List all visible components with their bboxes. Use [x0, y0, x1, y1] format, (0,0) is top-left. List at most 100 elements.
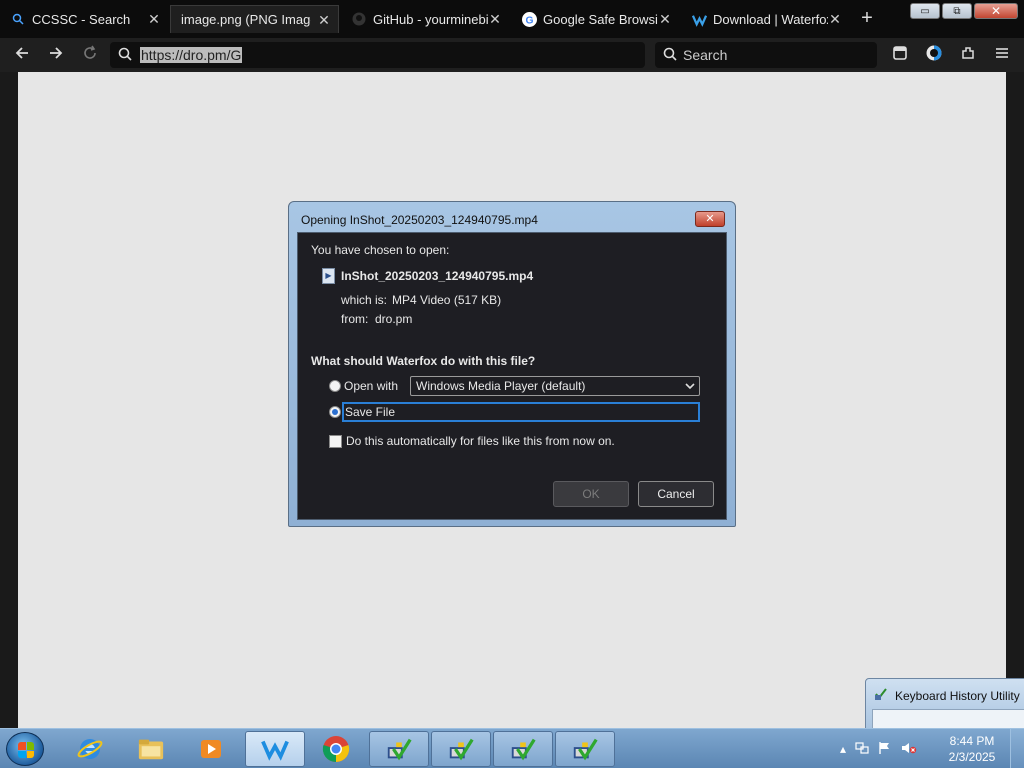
keyboard-history-taskbar-button-4[interactable] — [555, 731, 615, 767]
tab-title: Google Safe Browsin — [543, 11, 658, 27]
keyboard-history-title: Keyboard History Utility — [895, 689, 1020, 703]
tab-close-icon[interactable]: ✕ — [657, 11, 673, 27]
dialog-body: You have chosen to open: ▶ InShot_202502… — [297, 232, 727, 520]
folder-icon — [137, 735, 165, 763]
keyboard-history-icon — [571, 735, 599, 763]
file-open-dialog: Opening InShot_20250203_124940795.mp4 ✕ … — [288, 201, 736, 527]
tab-title: GitHub - yourminebi — [373, 11, 488, 27]
url-bar[interactable]: https://dro.pm/G — [110, 42, 645, 68]
tab-title: Download | Waterfox — [713, 11, 828, 27]
dialog-close-button[interactable]: ✕ — [695, 211, 725, 227]
video-file-icon: ▶ — [322, 268, 335, 284]
search-icon — [118, 47, 134, 63]
network-icon[interactable] — [855, 741, 869, 758]
clock-date: 2/3/2025 — [948, 750, 996, 764]
tab-close-icon[interactable]: ✕ — [316, 12, 332, 28]
save-file-label: Save File — [345, 405, 396, 419]
search-input[interactable]: Search — [655, 42, 877, 68]
sidebar-icon[interactable] — [889, 44, 911, 66]
tab-title: CCSSC - Search — [32, 11, 131, 27]
tab-google-safe-browsing[interactable]: G Google Safe Browsin ✕ — [511, 5, 679, 33]
file-explorer-taskbar-button[interactable] — [121, 731, 181, 767]
reload-icon[interactable] — [79, 44, 101, 66]
tab-bar: CCSSC - Search ✕ image.png (PNG Image, 1… — [0, 0, 1024, 38]
tab-waterfox-download[interactable]: Download | Waterfox ✕ — [681, 5, 849, 33]
keyboard-history-icon — [874, 687, 888, 704]
menu-icon[interactable] — [991, 44, 1013, 66]
file-name: InShot_20250203_124940795.mp4 — [341, 269, 534, 283]
tab-close-icon[interactable]: ✕ — [146, 11, 162, 27]
which-is-label: which is: — [341, 293, 388, 307]
tab-title: image.png (PNG Image, 1 — [181, 12, 311, 27]
media-player-taskbar-button[interactable] — [181, 731, 241, 767]
question-heading: What should Waterfox do with this file? — [311, 354, 536, 368]
action-center-flag-icon[interactable] — [878, 741, 892, 758]
back-arrow-icon[interactable] — [11, 44, 33, 66]
github-icon — [351, 11, 367, 27]
save-file-radio[interactable] — [329, 406, 341, 418]
minimize-button[interactable]: ▭ — [910, 3, 940, 19]
tray-expand-chevron-icon[interactable]: ▴ — [840, 742, 846, 756]
internet-explorer-taskbar-button[interactable] — [60, 731, 120, 767]
open-with-label[interactable]: Open with — [344, 379, 398, 393]
from-label: from: — [341, 312, 369, 326]
svg-text:G: G — [525, 15, 533, 26]
chosen-label: You have chosen to open: — [311, 243, 450, 257]
tab-close-icon[interactable]: ✕ — [827, 11, 843, 27]
keyboard-history-window[interactable]: Keyboard History Utility — [865, 678, 1024, 730]
chrome-icon — [322, 735, 350, 763]
keyboard-history-icon — [385, 735, 413, 763]
window-close-button[interactable]: ✕ — [974, 3, 1018, 19]
chevron-down-icon — [685, 377, 695, 401]
internet-explorer-icon — [76, 735, 104, 763]
tab-image-png[interactable]: image.png (PNG Image, 1 ✕ — [170, 5, 339, 33]
keyboard-history-content — [872, 709, 1024, 729]
keyboard-history-icon — [447, 735, 475, 763]
which-is-value: MP4 Video (517 KB) — [392, 293, 502, 307]
search-icon — [663, 47, 677, 64]
auto-action-checkbox[interactable] — [329, 435, 342, 448]
windows-logo-icon — [18, 742, 34, 758]
url-text[interactable]: https://dro.pm/G — [140, 47, 243, 63]
keyboard-history-taskbar-button-2[interactable] — [431, 731, 491, 767]
from-value: dro.pm — [375, 312, 413, 326]
extensions-icon[interactable] — [957, 44, 979, 66]
keyboard-history-icon — [509, 735, 537, 763]
chrome-taskbar-button[interactable] — [306, 731, 366, 767]
dark-mode-icon[interactable] — [923, 44, 945, 66]
forward-arrow-icon[interactable] — [45, 44, 67, 66]
tab-close-icon[interactable]: ✕ — [487, 11, 503, 27]
tab-github[interactable]: GitHub - yourminebi ✕ — [341, 5, 509, 33]
waterfox-icon — [691, 11, 707, 27]
save-file-option[interactable]: Save File — [342, 402, 700, 422]
ok-button[interactable]: OK — [553, 481, 629, 507]
waterfox-icon — [261, 735, 289, 763]
new-tab-button[interactable]: + — [857, 7, 877, 31]
keyboard-history-taskbar-button-3[interactable] — [493, 731, 553, 767]
show-desktop-button[interactable] — [1010, 729, 1024, 768]
taskbar-clock[interactable]: 8:44 PM 2/3/2025 — [946, 733, 998, 765]
screen: CCSSC - Search ✕ image.png (PNG Image, 1… — [0, 0, 1024, 768]
search-placeholder: Search — [683, 47, 728, 63]
clock-time: 8:44 PM — [949, 734, 995, 748]
content-margin-right — [1006, 72, 1024, 728]
cancel-button[interactable]: Cancel — [638, 481, 714, 507]
system-tray: ▴ — [840, 729, 917, 768]
tab-ccssc-search[interactable]: CCSSC - Search ✕ — [0, 5, 168, 33]
google-icon: G — [521, 11, 537, 27]
volume-muted-icon[interactable] — [901, 741, 917, 758]
open-with-radio[interactable] — [329, 380, 341, 392]
auto-action-label[interactable]: Do this automatically for files like thi… — [346, 434, 615, 448]
dialog-title: Opening InShot_20250203_124940795.mp4 — [301, 213, 538, 227]
keyboard-history-taskbar-button-1[interactable] — [369, 731, 429, 767]
nav-bar: https://dro.pm/G Search — [0, 38, 1024, 72]
content-margin-left — [0, 72, 18, 728]
start-button[interactable] — [6, 732, 44, 766]
open-with-app-select[interactable]: Windows Media Player (default) — [410, 376, 700, 396]
restore-button[interactable]: ⧉ — [942, 3, 972, 19]
search-icon — [10, 11, 26, 27]
waterfox-taskbar-button[interactable] — [245, 731, 305, 767]
window-controls: ▭ ⧉ ✕ — [910, 3, 1018, 19]
open-with-app-value: Windows Media Player (default) — [416, 379, 586, 393]
taskbar: ▴ 8:44 PM 2/3/2025 — [0, 728, 1024, 768]
